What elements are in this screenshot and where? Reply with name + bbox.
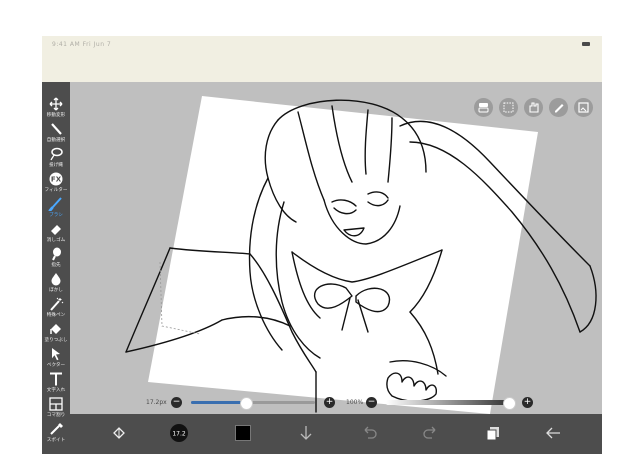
opacity-slider-row: 100% − + — [346, 397, 536, 410]
opacity-label: 100% — [346, 399, 364, 406]
selection-icon[interactable] — [499, 98, 518, 117]
brush-size-icon[interactable]: 17.2 — [168, 422, 190, 444]
color-swatch-icon[interactable] — [232, 422, 254, 444]
svg-text:FX: FX — [51, 176, 62, 184]
status-bar: 9:41 AM Fri Jun 7 — [42, 36, 602, 82]
brush-size-knob[interactable] — [240, 397, 254, 410]
tool-label: 自動選択 — [46, 138, 66, 143]
opacity-slider[interactable] — [386, 397, 516, 410]
brush-size-slider-row: 17.2px − + — [146, 397, 336, 410]
tool-label: 移動変形 — [46, 113, 66, 118]
tool-eraser[interactable]: 消しゴム — [42, 220, 70, 244]
opacity-decrease-button[interactable]: − — [366, 397, 377, 408]
layer-toggle-icon[interactable] — [474, 98, 493, 117]
brush-size-label: 17.2px — [146, 399, 167, 406]
tool-label: コマ割り — [46, 413, 66, 418]
status-text: 9:41 AM Fri Jun 7 — [52, 41, 112, 48]
tool-move[interactable]: 移動変形 — [42, 95, 70, 119]
tool-special-pen[interactable]: 特殊ペン — [42, 295, 70, 319]
pen-icon[interactable] — [549, 98, 568, 117]
eraser-icon — [51, 225, 61, 235]
hand-icon[interactable] — [524, 98, 543, 117]
back-arrow-icon[interactable] — [542, 422, 564, 444]
tool-label: 消しゴム — [46, 238, 66, 243]
tool-filter[interactable]: FX フィルター — [42, 170, 70, 194]
tool-magic-wand[interactable]: 自動選択 — [42, 120, 70, 144]
redo-icon[interactable] — [420, 422, 442, 444]
text-icon — [50, 372, 62, 386]
blur-drop-icon — [51, 273, 61, 286]
vector-cursor-icon — [52, 348, 60, 361]
bucket-fill-icon — [50, 324, 61, 334]
move-icon — [49, 97, 63, 111]
tool-label: 特殊ペン — [46, 313, 66, 318]
brush-size-increase-button[interactable]: + — [324, 397, 335, 408]
canvas-quick-actions — [474, 98, 596, 118]
brush-size-slider[interactable] — [191, 397, 315, 410]
tool-blur[interactable]: ぼかし — [42, 270, 70, 294]
finger-smudge-icon — [52, 247, 61, 261]
filter-fx-icon: FX — [49, 172, 63, 186]
drawing-canvas-area[interactable] — [70, 82, 602, 414]
brush-icon — [48, 197, 62, 211]
opacity-increase-button[interactable]: + — [522, 397, 533, 408]
layers-icon[interactable] — [482, 422, 504, 444]
tool-lasso[interactable]: 投げ縄 — [42, 145, 70, 169]
undo-icon[interactable] — [358, 422, 380, 444]
opacity-knob[interactable] — [503, 397, 516, 410]
frame-divide-icon — [49, 397, 63, 411]
tool-label: ぼかし — [49, 288, 63, 293]
tool-label: ブラシ — [49, 213, 63, 218]
tool-label: 塗りつぶし — [44, 338, 68, 343]
tool-label: ベクター — [46, 363, 66, 368]
brush-size-fill — [191, 401, 246, 404]
tool-eyedropper[interactable]: スポイト — [42, 420, 70, 444]
tool-label: 文字入れ — [46, 388, 66, 393]
eyedropper-icon — [50, 423, 63, 435]
brush-size-decrease-button[interactable]: − — [171, 397, 182, 408]
tool-label: スポイト — [46, 438, 66, 443]
tool-sidebar: 移動変形 自動選択 投げ縄 FX フィルター ブラシ 消しゴム 指先 ぼかし 特… — [42, 82, 70, 454]
tool-finger[interactable]: 指先 — [42, 245, 70, 269]
tool-label: フィルター — [44, 188, 68, 193]
special-pen-icon — [50, 297, 64, 311]
magic-wand-icon — [51, 123, 62, 135]
artwork-canvas[interactable] — [70, 82, 602, 414]
down-arrow-icon[interactable] — [295, 422, 317, 444]
battery-icon — [582, 42, 590, 46]
save-icon[interactable] — [574, 98, 593, 117]
tool-frame-divide[interactable]: コマ割り — [42, 395, 70, 419]
tool-vector[interactable]: ベクター — [42, 345, 70, 369]
tool-label: 投げ縄 — [49, 163, 63, 168]
tool-label: 指先 — [51, 263, 61, 268]
lasso-icon — [50, 147, 63, 161]
tool-text[interactable]: 文字入れ — [42, 370, 70, 394]
tool-fill[interactable]: 塗りつぶし — [42, 320, 70, 344]
layer-flip-icon[interactable] — [108, 422, 130, 444]
bottom-toolbar: 17.2 — [70, 414, 602, 454]
paper-sheet — [148, 96, 538, 414]
tool-brush[interactable]: ブラシ — [42, 195, 70, 219]
brush-size-badge: 17.2 — [172, 431, 186, 438]
